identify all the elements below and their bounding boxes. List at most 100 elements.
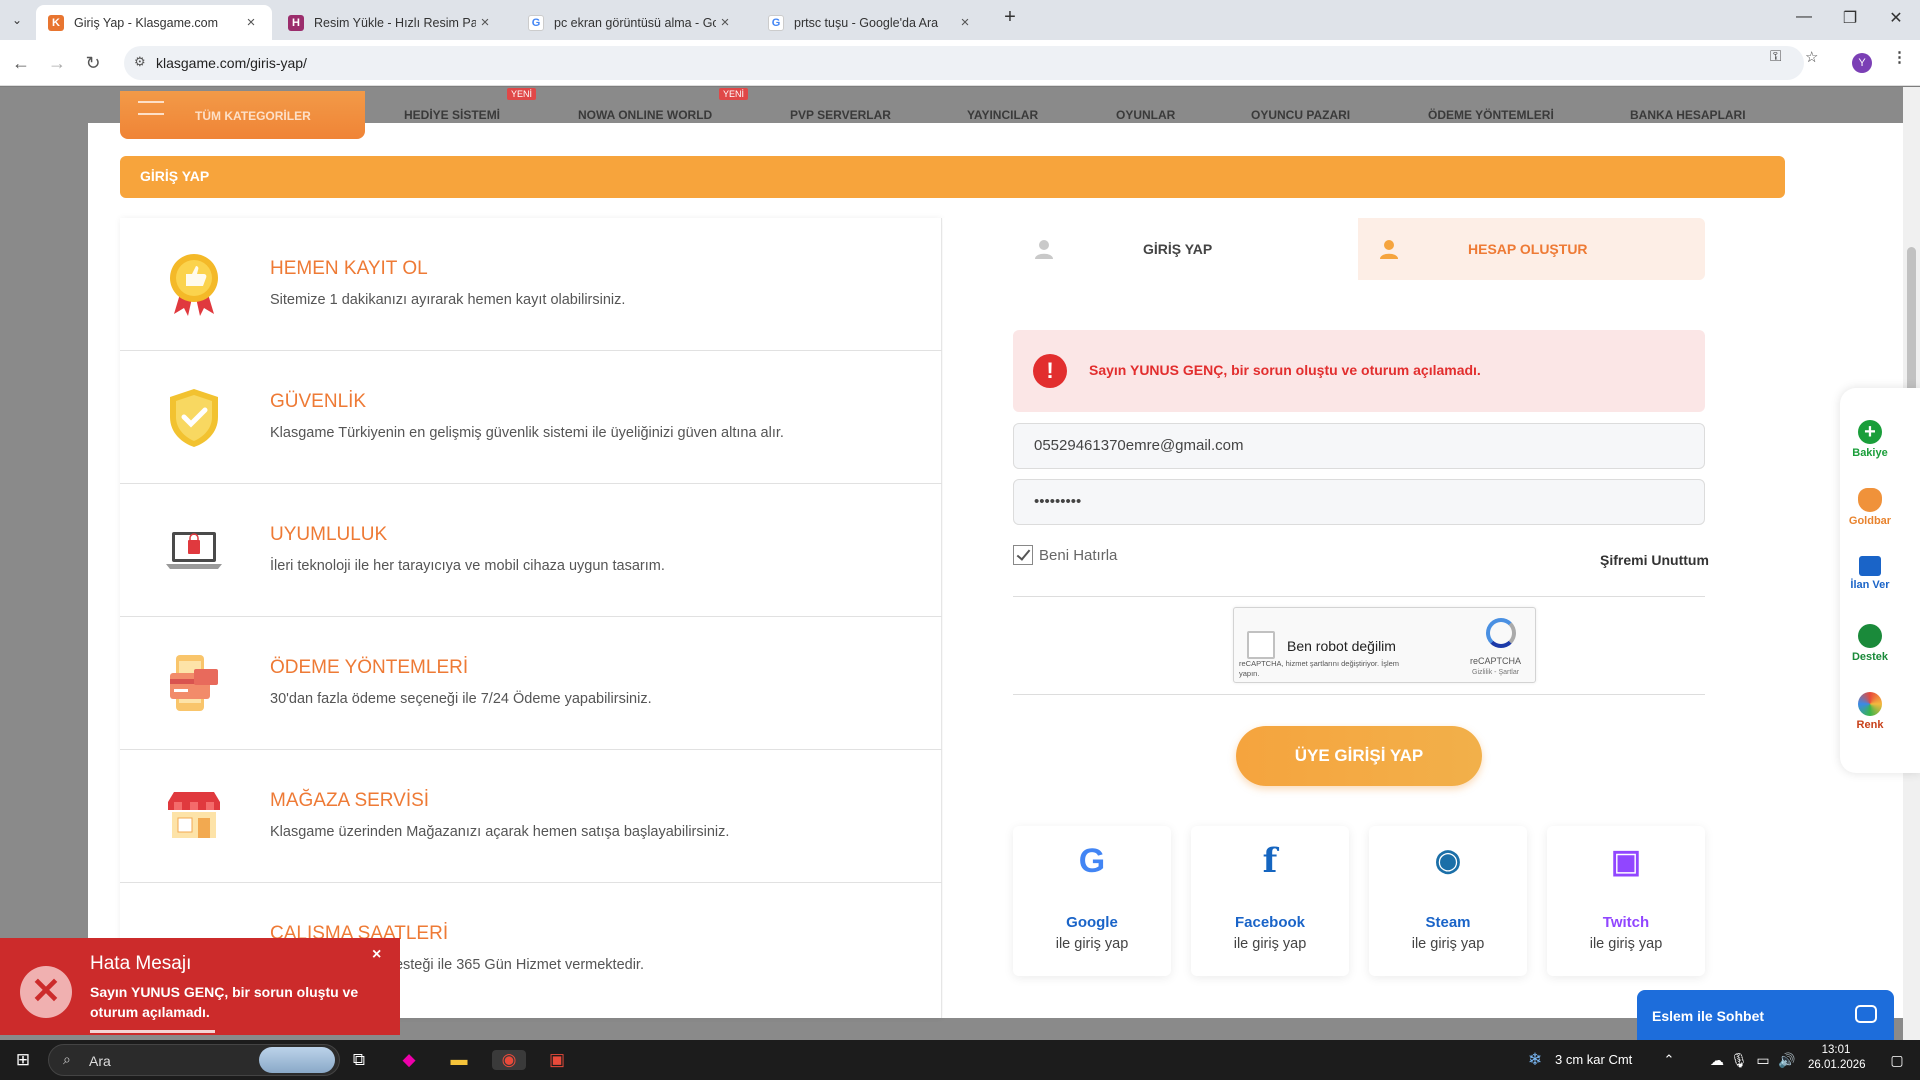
tab-close-icon[interactable]: × (716, 14, 734, 31)
close-window-button[interactable]: ✕ (1876, 8, 1916, 28)
twitch-login-button[interactable]: ▣ Twitch ile giriş yap (1547, 826, 1705, 976)
sidebar-ilan-ver[interactable]: İlan Ver (1840, 556, 1900, 591)
google-login-button[interactable]: G Google ile giriş yap (1013, 826, 1171, 976)
feature-item: GÜVENLİK Klasgame Türkiyenin en gelişmiş… (120, 351, 942, 484)
sidebar-label: Renk (1856, 719, 1884, 731)
tab-close-icon[interactable]: × (476, 14, 494, 31)
sidebar-renk[interactable]: Renk (1840, 692, 1900, 731)
sidebar-destek[interactable]: Destek (1840, 624, 1900, 663)
nav-pvp-serverlar[interactable]: PVP SERVERLAR (790, 108, 891, 122)
restore-button[interactable]: ❐ (1830, 8, 1870, 28)
social-name: Steam (1425, 914, 1471, 931)
all-categories-label: TÜM KATEGORİLER (195, 109, 311, 123)
profile-avatar[interactable]: Y (1852, 53, 1872, 73)
facebook-login-button[interactable]: f Facebook ile giriş yap (1191, 826, 1349, 976)
email-field[interactable]: 05529461370emre@gmail.com (1013, 423, 1705, 469)
feature-item: HEMEN KAYIT OL Sitemize 1 dakikanızı ayı… (120, 218, 942, 351)
quick-actions-sidebar: + Bakiye Goldbar İlan Ver Destek Renk (1840, 388, 1920, 773)
steam-login-button[interactable]: ◉ Steam ile giriş yap (1369, 826, 1527, 976)
nav-banka-hesaplari[interactable]: BANKA HESAPLARI (1630, 108, 1746, 122)
bookmark-star-icon[interactable]: ☆ (1805, 48, 1818, 66)
nav-hediye-sistemi[interactable]: HEDİYE SİSTEMİ (404, 108, 500, 122)
facebook-icon: f (1262, 841, 1278, 881)
site-info-icon[interactable]: ⚙ (134, 54, 146, 70)
back-arrow-icon[interactable]: ← (8, 50, 34, 76)
clock-time: 13:01 (1821, 1044, 1851, 1056)
store-icon (168, 792, 220, 838)
search-icon: ⌕ (63, 1051, 71, 1067)
sidebar-label: Destek (1851, 651, 1889, 663)
feature-title: ÖDEME YÖNTEMLERİ (270, 657, 469, 678)
all-categories-button[interactable]: TÜM KATEGORİLER (120, 91, 365, 139)
remember-me-checkbox[interactable]: Beni Hatırla (1013, 545, 1117, 565)
tab-klasgame[interactable]: K Giriş Yap - Klasgame.com × (36, 5, 272, 40)
tray-chevron-icon[interactable]: ⌃ (1658, 1050, 1680, 1070)
cloud-icon[interactable]: ☁ (1706, 1050, 1728, 1070)
menu-dots-icon[interactable]: ⋮ (1892, 48, 1907, 66)
recaptcha-checkbox[interactable] (1247, 631, 1275, 659)
tab-close-icon[interactable]: × (956, 14, 974, 31)
recaptcha-label: Ben robot değilim (1287, 638, 1396, 654)
social-sub: ile giriş yap (1589, 936, 1663, 952)
notification-icon[interactable]: ▢ (1886, 1050, 1908, 1070)
search-placeholder: Ara (89, 1053, 111, 1069)
social-name: Twitch (1602, 914, 1650, 931)
password-field[interactable]: ••••••••• (1013, 479, 1705, 525)
feature-item: UYUMLULUK İleri teknoloji ile her tarayı… (120, 484, 942, 617)
social-sub: ile giriş yap (1233, 936, 1307, 952)
tab-pc-ekran[interactable]: G pc ekran görüntüsü alma - Goo... × (516, 5, 746, 40)
tab-search-chevron-icon[interactable]: ⌄ (2, 8, 32, 32)
taskbar-search[interactable]: ⌕ Ara (48, 1044, 340, 1076)
minimize-button[interactable]: — (1784, 8, 1824, 26)
sidebar-label: Goldbar (1848, 515, 1892, 527)
nav-oyunlar[interactable]: OYUNLAR (1116, 108, 1175, 122)
toast-title: Hata Mesajı (90, 953, 192, 974)
tab-prtsc[interactable]: G prtsc tuşu - Google'da Ara × (756, 5, 986, 40)
chat-label: Eslem ile Sohbet (1652, 1008, 1765, 1024)
weather-text[interactable]: 3 cm kar Cmt (1555, 1052, 1632, 1067)
recaptcha-notice[interactable]: reCAPTCHA, hizmet şartlarını değiştiriyo… (1239, 659, 1419, 679)
tab-register[interactable]: HESAP OLUŞTUR (1358, 218, 1705, 280)
clock-date: 26.01.2026 (1808, 1059, 1866, 1071)
chrome-icon[interactable]: ◉ (492, 1050, 526, 1070)
url-text[interactable]: klasgame.com/giris-yap/ (156, 55, 307, 71)
sidebar-goldbar[interactable]: Goldbar (1840, 488, 1900, 527)
forward-arrow-icon[interactable]: → (44, 50, 70, 76)
twitch-icon: ▣ (1610, 843, 1642, 879)
game-app-icon[interactable]: ▣ (546, 1050, 568, 1070)
user-icon (1035, 240, 1053, 259)
network-icon[interactable]: ▭ (1752, 1050, 1774, 1070)
forgot-password-link[interactable]: Şifremi Unuttum (1600, 552, 1709, 568)
tab-login[interactable]: GİRİŞ YAP (1013, 218, 1358, 280)
reload-icon[interactable]: ↻ (80, 50, 106, 76)
windows-start-icon[interactable]: ⊞ (12, 1050, 34, 1070)
checkbox-checked-icon[interactable] (1013, 545, 1033, 565)
login-submit-button[interactable]: ÜYE GİRİŞİ YAP (1236, 726, 1482, 786)
sidebar-bakiye[interactable]: + Bakiye (1840, 420, 1900, 459)
file-explorer-icon[interactable]: ▬ (448, 1050, 470, 1070)
clock[interactable]: 13:01 26.01.2026 (1808, 1044, 1866, 1071)
address-bar[interactable]: ⚙ klasgame.com/giris-yap/ (124, 46, 1804, 80)
task-view-icon[interactable]: ⧉ (348, 1050, 370, 1070)
feature-desc: Klasgame Türkiyenin en gelişmiş güvenlik… (270, 425, 784, 441)
microphone-icon[interactable]: 🎙 (1728, 1050, 1750, 1070)
support-agent-icon (1858, 624, 1882, 648)
nav-nowa-online-world[interactable]: NOWA ONLINE WORLD (578, 108, 712, 122)
tab-title: pc ekran görüntüsü alma - Goo... (554, 15, 716, 30)
nav-odeme-yontemleri[interactable]: ÖDEME YÖNTEMLERİ (1428, 108, 1554, 122)
feature-desc: İleri teknoloji ile her tarayıcıya ve mo… (270, 558, 665, 574)
tab-resim-yukle[interactable]: H Resim Yükle - Hızlı Resim Payla... × (276, 5, 506, 40)
live-chat-button[interactable]: Eslem ile Sohbet (1637, 990, 1894, 1040)
recaptcha-terms-link[interactable]: Gizlilik - Şartlar (1472, 669, 1519, 676)
tab-close-icon[interactable]: × (242, 14, 260, 31)
password-key-icon[interactable]: ⚿ (1770, 48, 1781, 65)
copilot-icon[interactable]: ◆ (398, 1050, 420, 1070)
nav-oyuncu-pazari[interactable]: OYUNCU PAZARI (1251, 108, 1350, 122)
nav-yayincilar[interactable]: YAYINCILAR (967, 108, 1038, 122)
volume-icon[interactable]: 🔊 (1776, 1050, 1798, 1070)
sidebar-label: İlan Ver (1850, 579, 1890, 591)
features-panel: HEMEN KAYIT OL Sitemize 1 dakikanızı ayı… (120, 218, 942, 1018)
snow-weather-icon: ❄ (1527, 1050, 1543, 1069)
toast-close-icon[interactable]: × (372, 946, 381, 964)
new-tab-button[interactable]: + (990, 6, 1030, 29)
